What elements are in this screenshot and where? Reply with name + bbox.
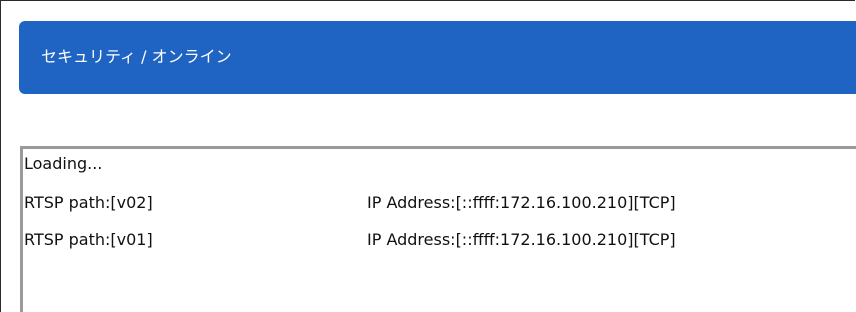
log-row-address: IP Address:[::ffff:172.16.100.210][TCP] [367, 230, 676, 249]
connection-log-panel[interactable] [20, 146, 856, 312]
log-row-path: RTSP path:[v01] [24, 230, 153, 249]
log-row-address: IP Address:[::ffff:172.16.100.210][TCP] [367, 193, 676, 212]
log-row-path: RTSP path:[v02] [24, 193, 153, 212]
loading-text: Loading... [24, 154, 103, 173]
page-title: セキュリティ / オンライン [41, 47, 232, 66]
